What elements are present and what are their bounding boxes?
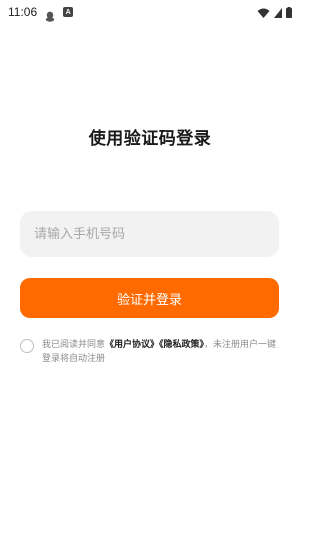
a-icon: A (63, 7, 74, 17)
qq-icon (45, 7, 55, 22)
verify-login-button[interactable]: 验证并登录 (20, 278, 279, 318)
agreement-row: 我已阅读并同意《用户协议》《隐私政策》，未注册用户一键登录将自动注册 (20, 338, 284, 366)
agreement-text: 我已阅读并同意《用户协议》《隐私政策》，未注册用户一键登录将自动注册 (42, 338, 284, 366)
privacy-policy-link[interactable]: 《隐私政策》 (159, 340, 204, 350)
agreement-prefix: 我已阅读并同意 (42, 340, 106, 350)
battery-icon (286, 3, 292, 22)
user-agreement-link[interactable]: 《用户协议》 (105, 340, 159, 350)
status-time: 11:06 (8, 5, 38, 19)
phone-number-input[interactable] (20, 211, 279, 257)
signal-icon (274, 3, 282, 22)
status-right (257, 3, 292, 22)
wifi-icon (257, 3, 270, 22)
agreement-checkbox[interactable] (20, 339, 34, 353)
status-left: 11:06 A (8, 5, 74, 22)
page-title: 使用验证码登录 (88, 129, 212, 149)
status-bar: 11:06 A (0, 0, 300, 24)
